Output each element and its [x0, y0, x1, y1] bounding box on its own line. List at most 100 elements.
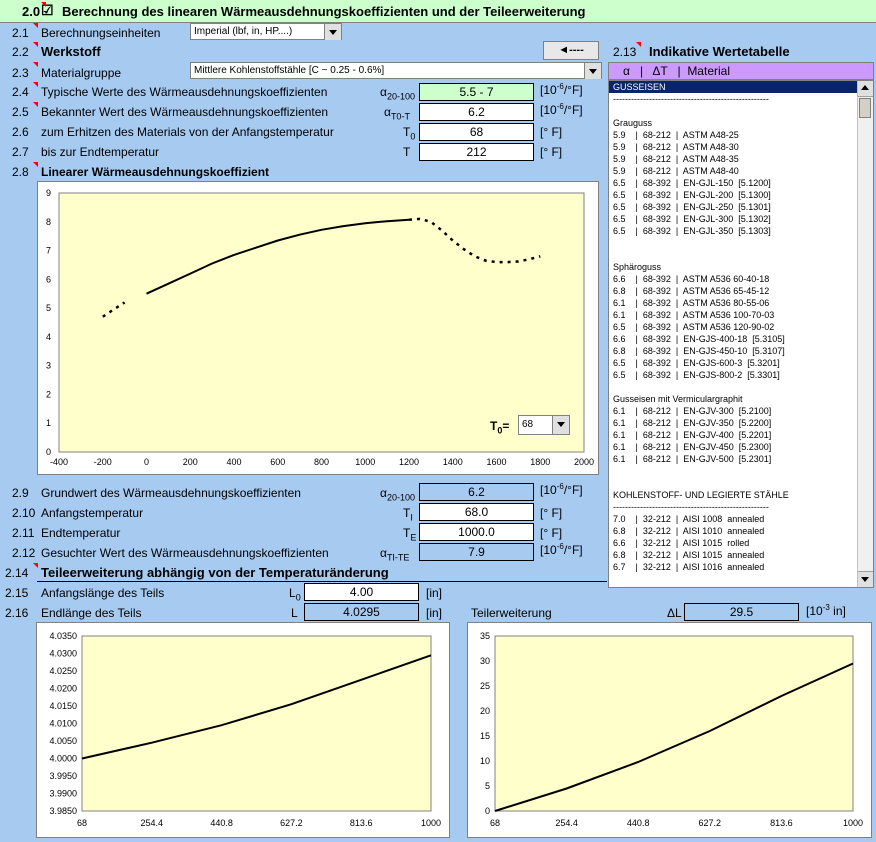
row-number: 2.5 — [12, 105, 29, 119]
expansion-heading: Teileerweiterung abhängig von der Temper… — [41, 565, 389, 580]
final-length-label: Endlänge des Teils — [41, 606, 142, 620]
list-item[interactable]: 6.1 | 68-212 | EN-GJV-300 [5.2100] — [609, 405, 859, 417]
unit-label: [° F] — [540, 145, 563, 159]
list-item[interactable]: 6.1 | 68-212 | EN-GJV-500 [5.2301] — [609, 453, 859, 465]
list-item[interactable]: 5.9 | 68-212 | ASTM A48-35 — [609, 153, 859, 165]
list-item[interactable]: 6.5 | 68-392 | EN-GJL-250 [5.1301] — [609, 201, 859, 213]
list-item[interactable]: 6.6 | 68-392 | EN-GJS-400-18 [5.3105] — [609, 333, 859, 345]
y-tick-label: 8 — [46, 217, 51, 227]
list-item[interactable]: 6.8 | 68-392 | EN-GJS-450-10 [5.3107] — [609, 345, 859, 357]
chevron-down-icon[interactable] — [552, 416, 569, 434]
comment-marker — [41, 2, 46, 7]
x-tick-label: 68 — [77, 818, 87, 828]
list-item[interactable]: ----------------------------------------… — [609, 501, 859, 513]
list-item[interactable]: 6.8 | 32-212 | AISI 1015 annealed — [609, 549, 859, 561]
list-item[interactable]: 6.8 | 68-392 | ASTM A536 65-45-12 — [609, 285, 859, 297]
unit-label: [10-6/°F] — [540, 542, 583, 557]
list-item[interactable]: 6.5 | 68-392 | EN-GJS-600-3 [5.3201] — [609, 357, 859, 369]
list-item[interactable]: 6.5 | 68-392 | EN-GJL-300 [5.1302] — [609, 213, 859, 225]
list-item[interactable]: 6.6 | 68-392 | ASTM A536 60-40-18 — [609, 273, 859, 285]
unit-label: [10-3 in] — [806, 603, 846, 618]
chevron-down-icon[interactable] — [324, 24, 341, 40]
scroll-thumb[interactable] — [859, 98, 871, 118]
material-group-select[interactable]: Mittlere Kohlenstoffstähle [C ~ 0.25 - 0… — [190, 62, 602, 79]
end-temperature-input[interactable]: 1000.0 — [419, 523, 534, 541]
list-item[interactable]: 5.9 | 68-212 | ASTM A48-30 — [609, 141, 859, 153]
expansion-label: Teilerweiterung — [471, 606, 552, 620]
row-number: 2.10 — [12, 506, 36, 520]
y-tick-label: 30 — [480, 656, 490, 666]
t0-select[interactable]: 68 — [518, 415, 570, 435]
y-tick-label: 20 — [480, 706, 490, 716]
y-tick-label: 5 — [485, 781, 490, 791]
list-item[interactable]: GUSSEISEN — [609, 81, 859, 93]
comment-marker — [33, 62, 38, 67]
list-item[interactable]: 6.8 | 32-212 | AISI 1010 annealed — [609, 525, 859, 537]
start-temp-input[interactable]: 68 — [419, 123, 534, 141]
list-item[interactable]: 6.1 | 68-212 | EN-GJV-400 [5.2201] — [609, 429, 859, 441]
row-number: 2.15 — [5, 586, 29, 600]
initial-length-input[interactable]: 4.00 — [304, 583, 419, 601]
unit-label: [10-6/°F] — [540, 482, 583, 497]
y-tick-label: 0 — [46, 447, 51, 457]
initial-length-label: Anfangslänge des Teils — [41, 586, 165, 600]
list-item[interactable]: 6.5 | 68-392 | ASTM A536 120-90-02 — [609, 321, 859, 333]
list-item[interactable]: 6.1 | 68-212 | EN-GJV-350 [5.2200] — [609, 417, 859, 429]
material-list[interactable]: GUSSEISEN -------------------------------… — [608, 80, 874, 588]
alpha-chart-svg: 0 1 2 3 4 5 6 7 8 9 -400 -200 0 200 400 600 800 1000 1200 1… — [46, 188, 594, 467]
list-item[interactable]: 6.6 | 32-212 | AISI 1015 rolled — [609, 537, 859, 549]
list-item[interactable]: 5.9 | 68-212 | ASTM A48-25 — [609, 129, 859, 141]
row-number: 2.16 — [5, 606, 29, 620]
list-item[interactable]: 6.1 | 68-392 | ASTM A536 80-55-06 — [609, 297, 859, 309]
list-item[interactable] — [609, 477, 859, 489]
list-item[interactable]: 6.1 | 68-392 | ASTM A536 100-70-03 — [609, 309, 859, 321]
list-item[interactable]: 6.5 | 68-392 | EN-GJL-150 [5.1200] — [609, 177, 859, 189]
delta-l-symbol: ΔL — [667, 606, 682, 620]
list-item[interactable]: 6.1 | 68-212 | EN-GJV-450 [5.2300] — [609, 441, 859, 453]
start-temp-label: zum Erhitzen des Materials von der Anfan… — [41, 125, 334, 139]
list-item[interactable]: Sphäroguss — [609, 261, 859, 273]
y-tick-label: 5 — [46, 303, 51, 313]
expansion-chart-svg: 0 5 10 15 20 25 30 35 68 254.4 440.8 627.2 813.6 1000 — [480, 631, 863, 828]
x-tick-label: 1000 — [421, 818, 441, 828]
scroll-down-button[interactable] — [858, 571, 873, 587]
units-select[interactable]: Imperial (lbf, in, HP....) — [190, 23, 342, 40]
row-number: 2.14 — [5, 566, 29, 580]
y-tick-label: 15 — [480, 731, 490, 741]
t-symbol: T — [403, 145, 411, 159]
x-tick-label: 1600 — [486, 457, 506, 467]
list-item[interactable]: ----------------------------------------… — [609, 93, 859, 105]
list-item[interactable] — [609, 249, 859, 261]
list-item[interactable]: 5.9 | 68-212 | ASTM A48-40 — [609, 165, 859, 177]
list-item[interactable]: 6.5 | 68-392 | EN-GJL-350 [5.1303] — [609, 225, 859, 237]
y-tick-label: 35 — [480, 631, 490, 641]
list-item[interactable]: 6.5 | 68-392 | EN-GJL-200 [5.1300] — [609, 189, 859, 201]
x-tick-label: 600 — [270, 457, 285, 467]
comment-marker — [33, 563, 38, 568]
scroll-up-button[interactable] — [858, 81, 873, 97]
scrollbar[interactable] — [857, 81, 873, 587]
list-item[interactable]: 6.7 | 32-212 | AISI 1016 annealed — [609, 561, 859, 573]
list-item[interactable]: Grauguss — [609, 117, 859, 129]
list-item[interactable] — [609, 105, 859, 117]
chevron-down-icon[interactable] — [584, 63, 601, 79]
list-item[interactable] — [609, 465, 859, 477]
list-item[interactable]: KOHLENSTOFF- UND LEGIERTE STÄHLE — [609, 489, 859, 501]
chart-heading: Linearer Wärmeausdehnungskoeffizient — [41, 165, 270, 179]
row-number: 2.4 — [12, 85, 29, 99]
list-item[interactable] — [609, 381, 859, 393]
copy-material-button[interactable]: ◄---- — [543, 41, 599, 60]
x-tick-label: 813.6 — [770, 818, 793, 828]
x-tick-label: 1800 — [530, 457, 550, 467]
te-symbol: TE — [403, 526, 417, 543]
list-item[interactable]: 7.0 | 32-212 | AISI 1008 annealed — [609, 513, 859, 525]
list-item[interactable] — [609, 237, 859, 249]
initial-temp-input[interactable]: 68.0 — [419, 503, 534, 521]
known-value-input[interactable]: 6.2 — [419, 103, 534, 121]
list-item[interactable]: 6.5 | 68-392 | EN-GJS-800-2 [5.3301] — [609, 369, 859, 381]
end-temp-input[interactable]: 212 — [419, 143, 534, 161]
y-tick-label: 3 — [46, 361, 51, 371]
alpha-symbol: α20-100 — [380, 85, 415, 102]
list-item[interactable]: Gusseisen mit Vermiculargraphit — [609, 393, 859, 405]
table-header: α | ΔT | Material — [608, 62, 874, 80]
